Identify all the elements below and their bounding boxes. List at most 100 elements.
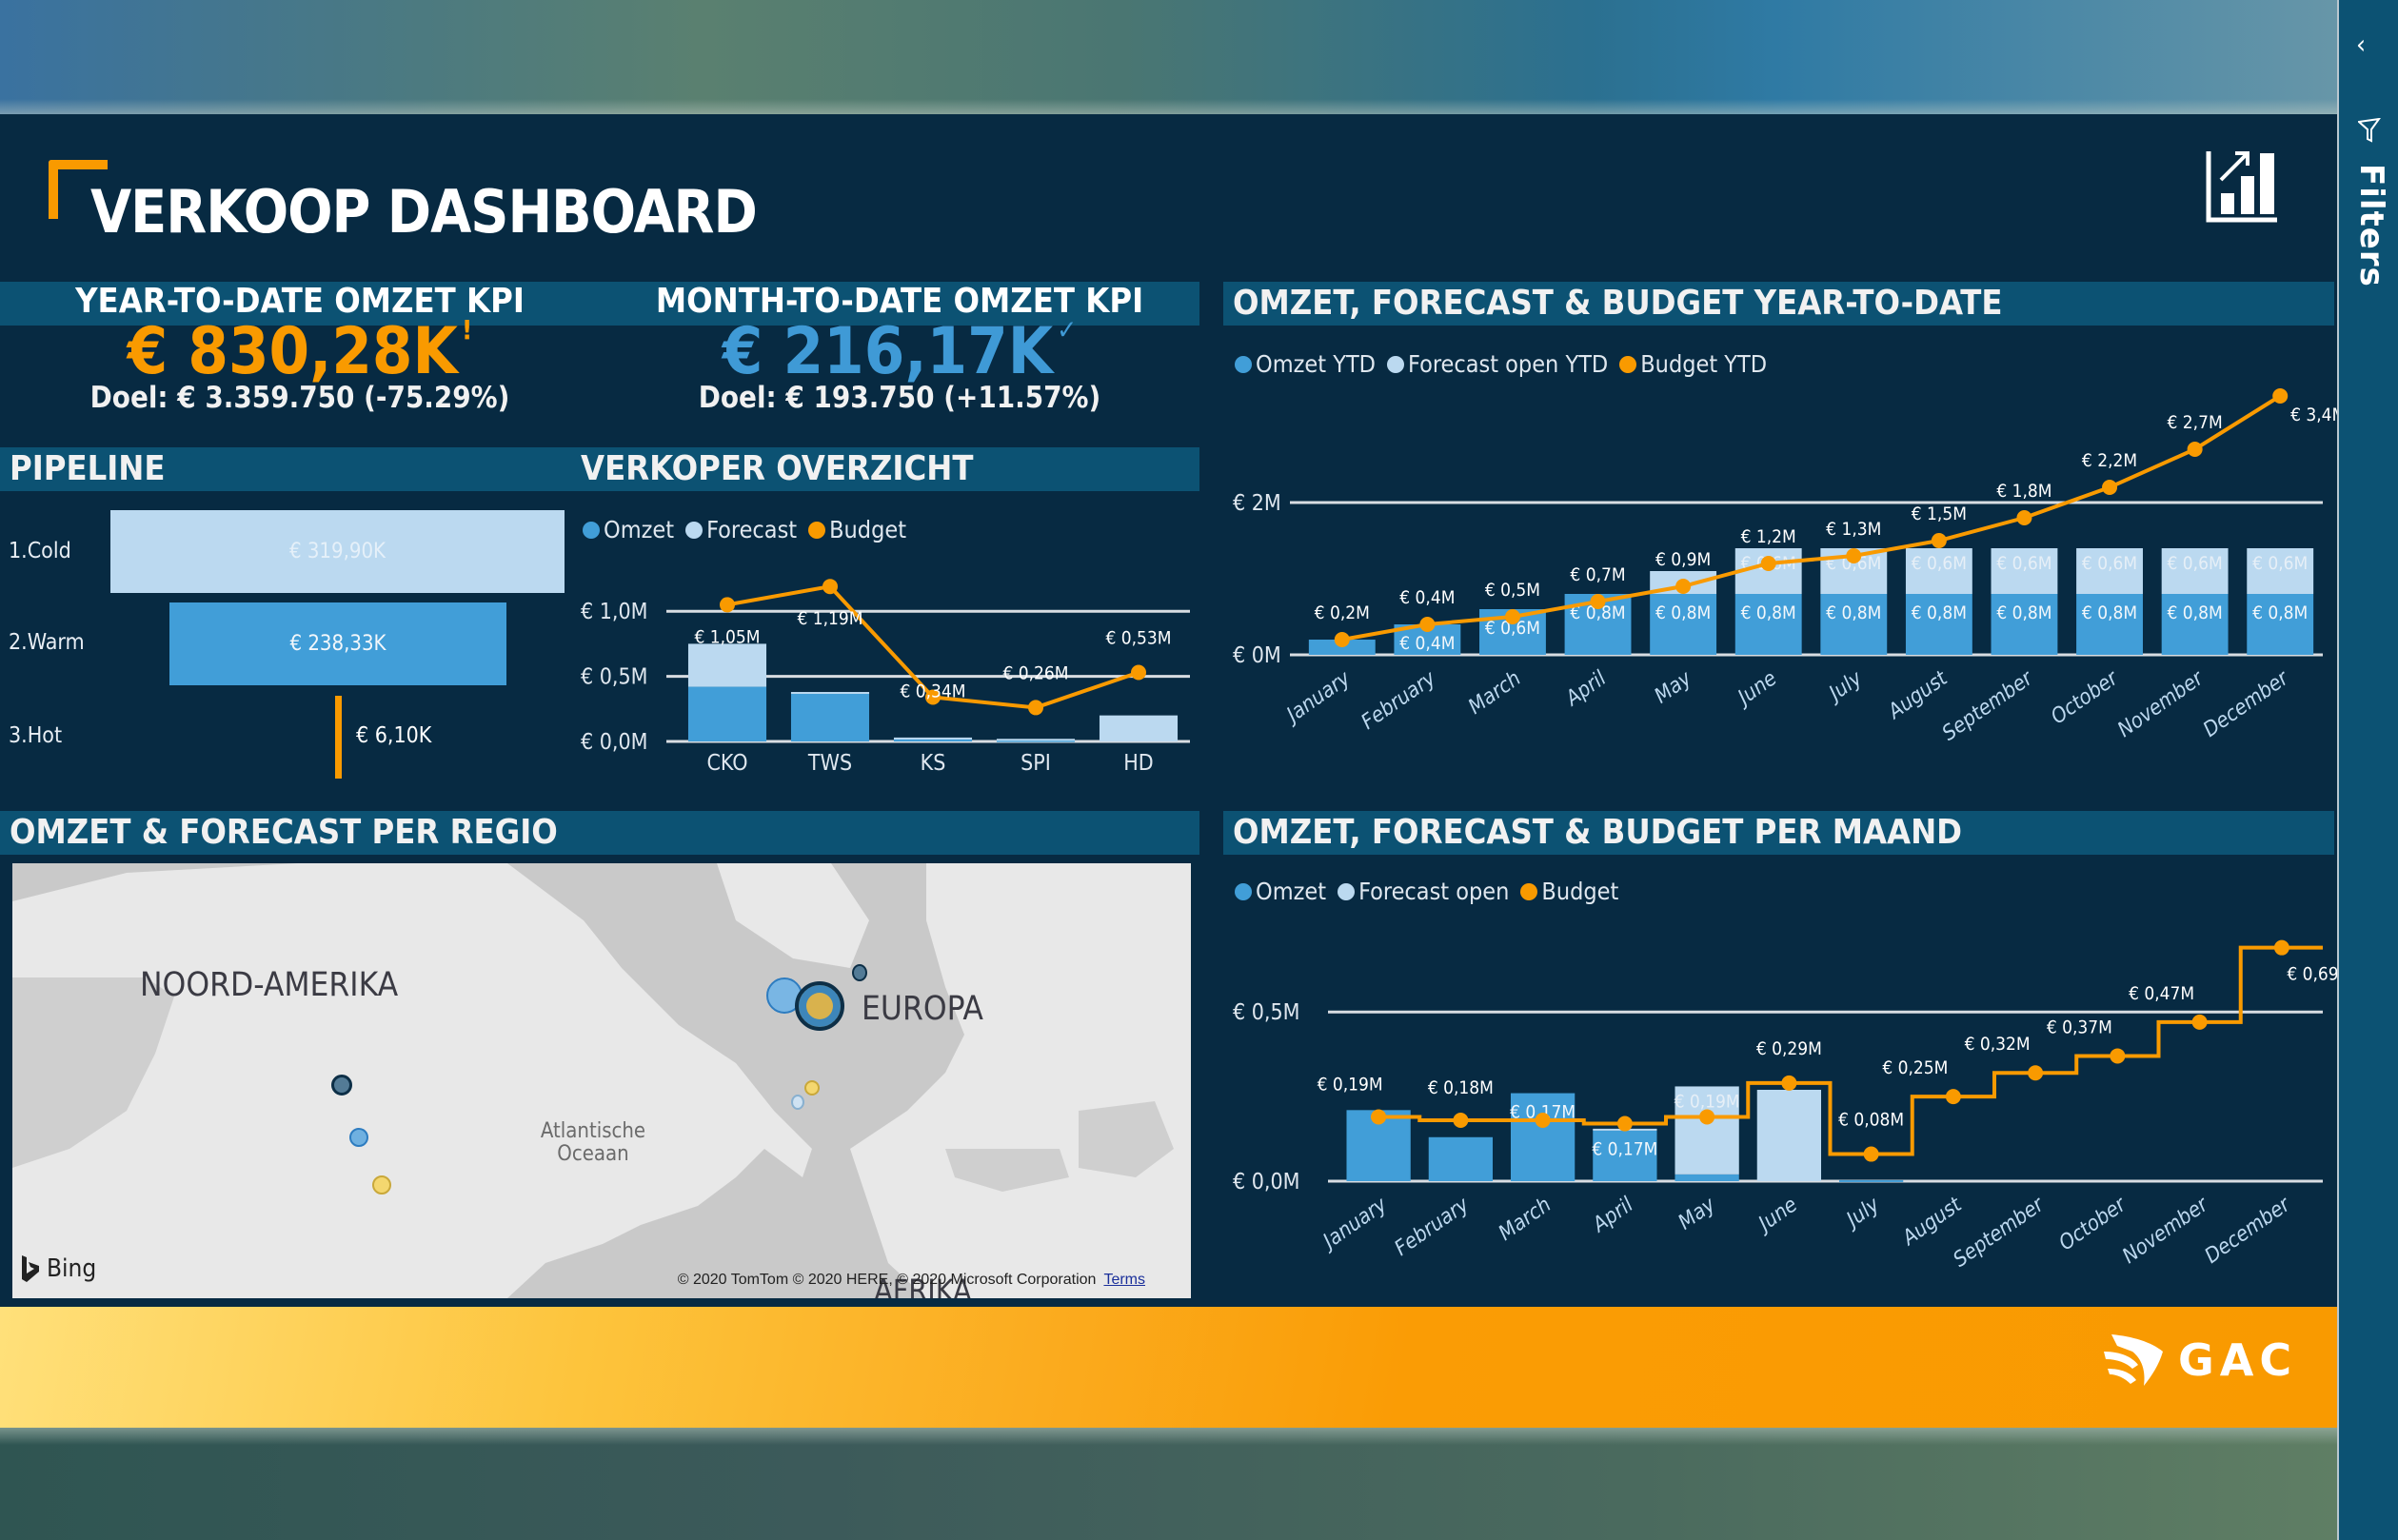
bar-forecast: [1099, 715, 1179, 741]
filters-label[interactable]: Filters: [2352, 164, 2390, 287]
x-tick-label: September: [1950, 1192, 2051, 1272]
ocean-label-line2: Oceaan: [557, 1142, 629, 1166]
y-tick-label: € 0,5M: [1233, 1000, 1299, 1025]
filters-pane[interactable]: ‹ Filters: [2337, 0, 2398, 1540]
label-europe: EUROPA: [862, 990, 983, 1028]
monthly-chart: € 0,0M € 0,5M January February € 0,17M March €…: [1233, 939, 2337, 1273]
bar-data-label: € 0,8M: [1912, 602, 1967, 623]
y-tick-label: € 0,0M: [581, 730, 647, 755]
funnel-icon: [2358, 118, 2381, 143]
pipeline-value-hot: € 6,10K: [356, 723, 432, 748]
chevron-left-icon[interactable]: ‹: [2356, 29, 2366, 60]
map-bubble[interactable]: [331, 1075, 352, 1096]
bar-data-label: € 0,17M: [1592, 1139, 1657, 1160]
bar-data-label: € 0,8M: [1741, 602, 1796, 623]
budget-point: [2272, 388, 2289, 404]
pipeline-bar-cold[interactable]: € 319,90K: [110, 510, 565, 593]
x-tick-label: August: [1897, 1193, 1968, 1252]
footer-band: [0, 1307, 2337, 1428]
budget-data-label: € 0,69M: [2287, 964, 2337, 985]
gac-wing-icon: [2104, 1334, 2163, 1386]
legend-budget-ytd[interactable]: Budget YTD: [1619, 350, 1767, 378]
ytd-legend: Omzet YTD Forecast open YTD Budget YTD: [1235, 350, 1774, 378]
budget-point: [1453, 1113, 1469, 1128]
x-tick-label: HD: [1123, 751, 1154, 776]
map-bubble[interactable]: [852, 964, 867, 981]
pipeline-value-cold: € 319,90K: [288, 540, 386, 563]
legend-forecast-ytd[interactable]: Forecast open YTD: [1387, 350, 1608, 378]
bar-omzet: [1428, 1136, 1494, 1181]
legend-label: Forecast: [706, 516, 798, 543]
budget-point: [2102, 480, 2118, 495]
bar-data-label: € 0,8M: [2082, 602, 2137, 623]
legend-label: Forecast open YTD: [1408, 350, 1609, 378]
x-tick-label: August: [1883, 666, 1953, 725]
bar-data-label: € 0,6M: [1912, 553, 1967, 574]
legend-label: Omzet: [604, 516, 675, 543]
budget-point: [2191, 1014, 2208, 1030]
map-bubble[interactable]: [804, 1080, 820, 1096]
page-title: VERKOOP DASHBOARD: [90, 177, 758, 247]
legend-forecast-month[interactable]: Forecast open: [1338, 878, 1509, 905]
legend-forecast[interactable]: Forecast: [685, 516, 797, 543]
legend-dot-omzet: [1235, 882, 1252, 900]
budget-data-label: € 0,4M: [1399, 587, 1455, 608]
x-tick-label: July: [1839, 1193, 1884, 1234]
budget-data-label: € 0,2M: [1315, 602, 1370, 623]
budget-data-label: € 0,47M: [2129, 983, 2194, 1004]
legend-dot-forecast: [1338, 882, 1356, 900]
bing-logo: Bing: [20, 1254, 96, 1283]
budget-point: [1371, 1109, 1387, 1125]
x-tick-label: October: [2055, 1192, 2132, 1255]
pipeline-bar-hot[interactable]: [335, 696, 342, 779]
legend-omzet-ytd[interactable]: Omzet YTD: [1235, 350, 1376, 378]
bar-data-label: € 0,8M: [2168, 602, 2223, 623]
x-tick-label: SPI: [1021, 751, 1051, 776]
legend-omzet-month[interactable]: Omzet: [1235, 878, 1326, 905]
map-bubble[interactable]: [349, 1128, 368, 1147]
budget-point: [1334, 632, 1350, 647]
ocean-label-line1: Atlantische: [540, 1119, 646, 1143]
legend-budget[interactable]: Budget: [808, 516, 906, 543]
x-tick-label: May: [1675, 1193, 1720, 1234]
legend-dot-omzet: [583, 521, 600, 539]
budget-point: [2016, 510, 2032, 525]
legend-omzet[interactable]: Omzet: [583, 516, 674, 543]
budget-data-label: € 0,29M: [1756, 1038, 1822, 1059]
region-map[interactable]: NOORD-AMERIKA EUROPA Atlantische Oceaan …: [12, 863, 1191, 1298]
budget-point: [1781, 1075, 1797, 1091]
label-atlantic-ocean: Atlantische Oceaan: [517, 1120, 669, 1166]
x-tick-label: November: [2118, 1192, 2213, 1269]
budget-point: [1419, 617, 1436, 632]
legend-budget-month[interactable]: Budget: [1520, 878, 1618, 905]
bar-omzet: [687, 686, 767, 741]
verkoper-legend: Omzet Forecast Budget: [583, 516, 914, 543]
map-bubble[interactable]: [795, 981, 844, 1031]
budget-point: [2028, 1065, 2044, 1081]
map-bubble[interactable]: [372, 1175, 391, 1194]
budget-point: [720, 597, 735, 613]
budget-point: [1590, 594, 1606, 609]
y-tick-label: € 0,5M: [581, 665, 647, 690]
x-tick-label: December: [2199, 665, 2294, 741]
budget-point: [2110, 1048, 2126, 1064]
ytd-kpi-goal: Doel: € 3.359.750 (-75.29%): [89, 381, 510, 415]
bar-omzet: [1675, 1174, 1739, 1181]
bar-forecast: [687, 643, 767, 687]
bar-data-label: € 0,8M: [1826, 602, 1881, 623]
gac-logo-text: GAC: [2178, 1334, 2298, 1386]
budget-point: [822, 579, 838, 595]
budget-data-label: € 0,32M: [1965, 1034, 2031, 1055]
legend-dot-forecast: [685, 521, 704, 539]
region-header: OMZET & FORECAST PER REGIO: [0, 811, 1199, 855]
map-bubble[interactable]: [791, 1095, 804, 1110]
budget-point: [1945, 1089, 1961, 1105]
gac-logo: GAC: [2104, 1333, 2297, 1388]
pipeline-bar-warm[interactable]: € 238,33K: [169, 602, 506, 685]
x-tick-label: March: [1495, 1193, 1556, 1245]
x-tick-label: June: [1752, 1193, 1802, 1237]
x-tick-label: TWS: [807, 751, 852, 776]
budget-data-label: € 2,2M: [2082, 450, 2137, 471]
x-tick-label: April: [1587, 1193, 1637, 1238]
terms-link[interactable]: Terms: [1103, 1272, 1145, 1288]
